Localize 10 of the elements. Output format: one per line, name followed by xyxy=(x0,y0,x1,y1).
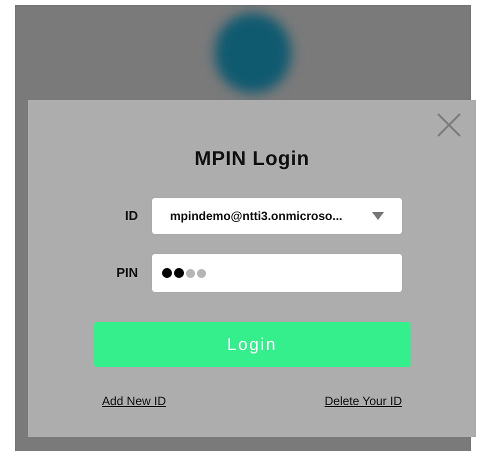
delete-id-link[interactable]: Delete Your ID xyxy=(324,392,402,410)
close-icon[interactable] xyxy=(436,112,462,138)
add-id-link[interactable]: Add New ID xyxy=(102,392,166,410)
caret-icon xyxy=(372,212,384,220)
dialog-title: MPIN Login xyxy=(194,147,310,172)
pin-label: PIN xyxy=(115,264,139,282)
pin-field[interactable] xyxy=(152,254,402,292)
id-value: mpindemo@ntti3.onmicroso... xyxy=(170,208,342,225)
id-label: ID xyxy=(124,207,139,226)
id-dropdown[interactable]: mpindemo@ntti3.onmicroso... xyxy=(152,198,402,234)
